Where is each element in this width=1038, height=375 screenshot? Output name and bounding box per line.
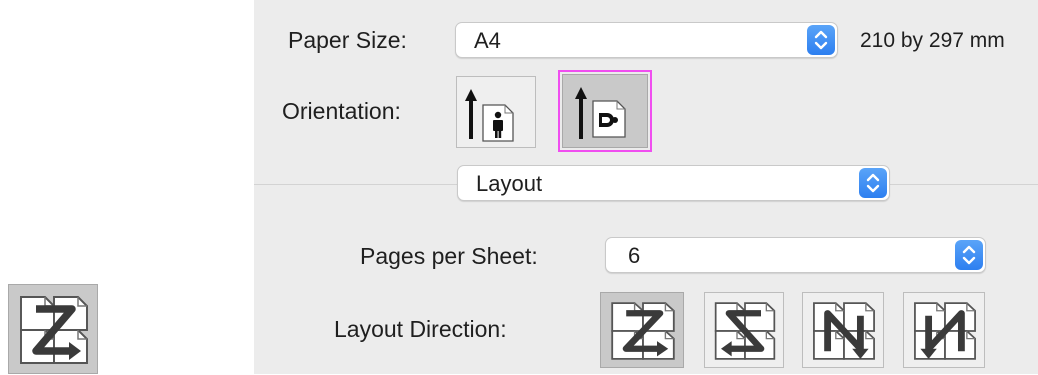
chevron-updown-icon <box>955 240 983 270</box>
chevron-updown-icon <box>807 25 835 55</box>
paper-size-value: A4 <box>474 28 501 53</box>
layout-direction-preview-icon <box>8 284 98 374</box>
reverse-n-direction-icon <box>904 293 986 369</box>
reverse-z-direction-icon <box>705 293 785 369</box>
section-popup[interactable]: Layout <box>457 165 890 201</box>
layout-direction-reverse-n-button[interactable] <box>903 292 985 368</box>
section-value: Layout <box>476 171 543 196</box>
portrait-orientation-button[interactable] <box>456 76 536 148</box>
layout-direction-n-button[interactable] <box>802 292 884 368</box>
pages-per-sheet-popup[interactable]: 6 <box>605 237 986 273</box>
layout-direction-z-button[interactable] <box>600 292 684 368</box>
portrait-orientation-icon <box>465 89 514 142</box>
chevron-updown-icon <box>859 168 887 198</box>
paper-size-label: Paper Size: <box>288 27 407 53</box>
pages-per-sheet-value: 6 <box>628 243 641 268</box>
layout-direction-label: Layout Direction: <box>334 316 507 342</box>
n-direction-icon <box>803 293 885 369</box>
z-direction-icon <box>601 293 685 369</box>
pages-per-sheet-label: Pages per Sheet: <box>360 243 538 269</box>
orientation-label: Orientation: <box>282 98 401 124</box>
paper-dimensions: 210 by 297 mm <box>860 29 1005 52</box>
paper-size-popup[interactable]: A4 <box>455 22 838 58</box>
layout-direction-reverse-z-button[interactable] <box>704 292 784 368</box>
selection-highlight <box>558 70 652 152</box>
